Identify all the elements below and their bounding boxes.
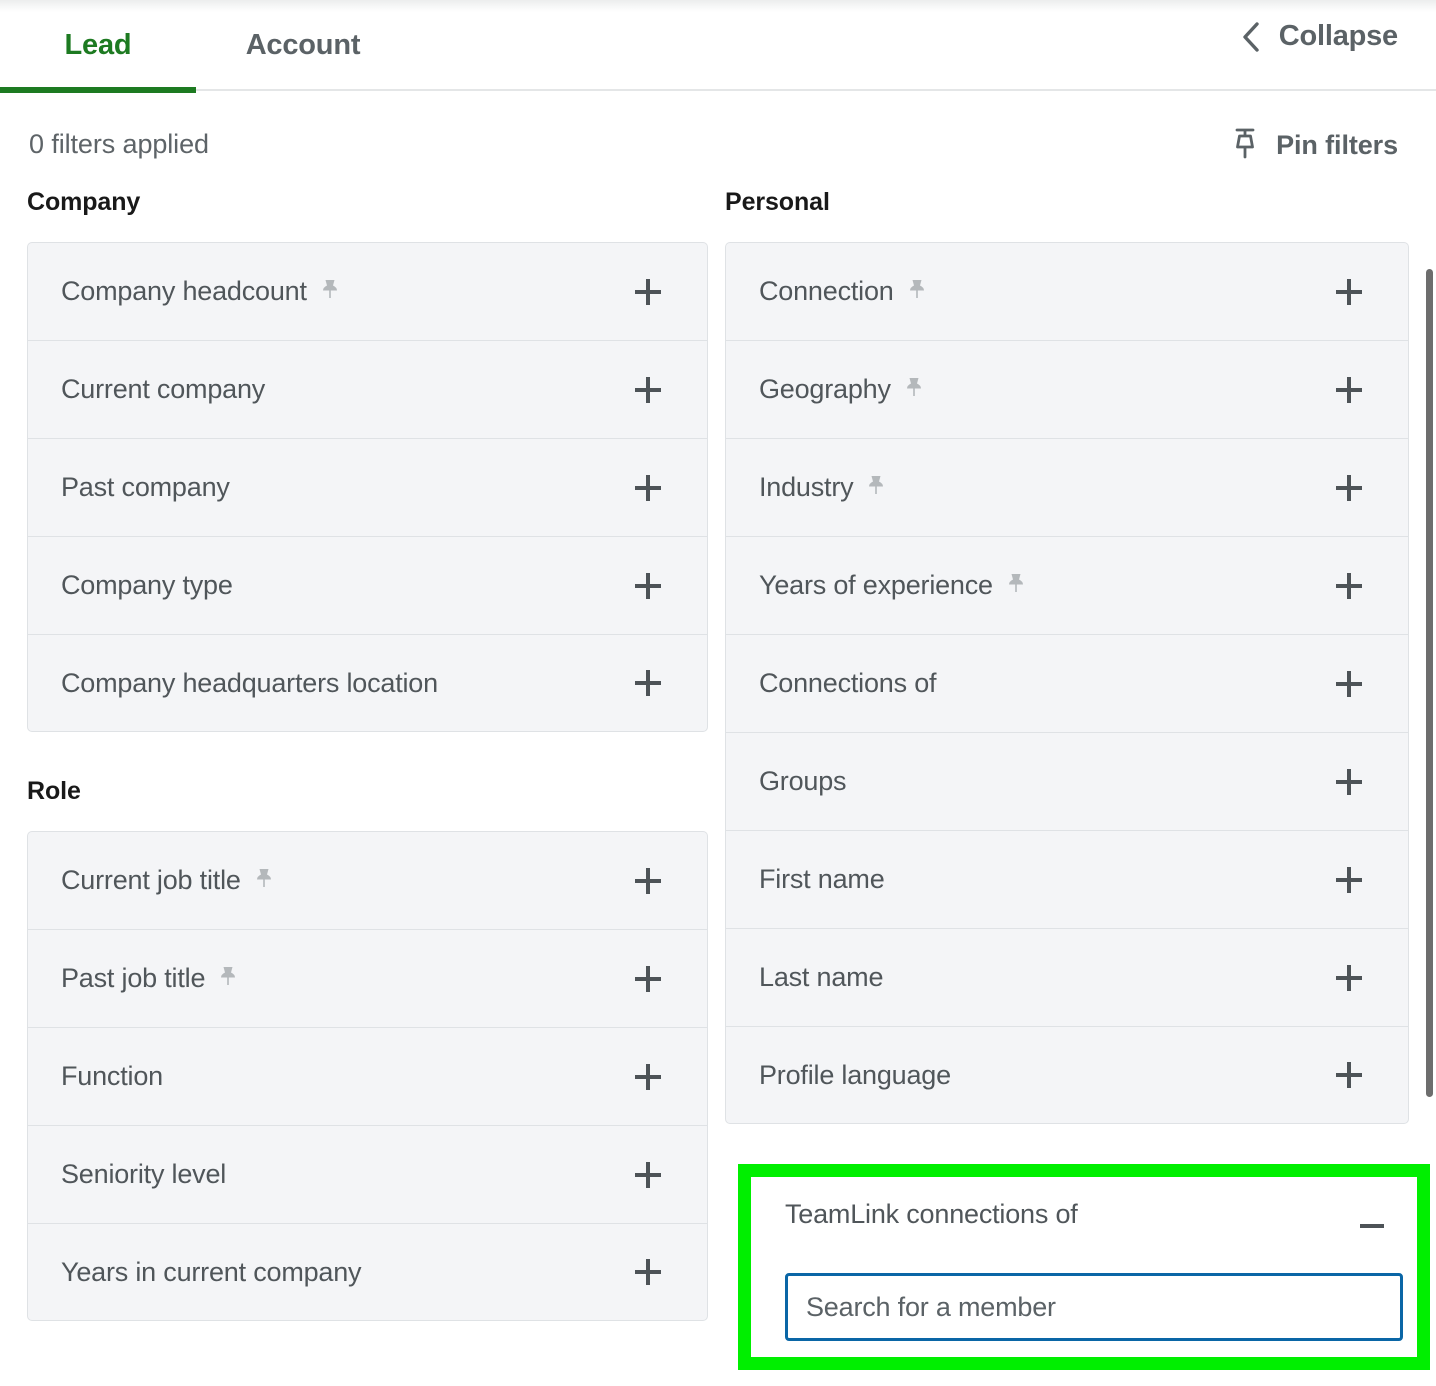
filter-row[interactable]: Seniority level [27, 1125, 708, 1223]
filter-label: Years in current company [61, 1256, 362, 1287]
filter-row[interactable]: Current company [27, 340, 708, 438]
pinned-indicator-icon [904, 376, 924, 403]
group-title-personal: Personal [725, 188, 830, 216]
add-filter-icon[interactable] [632, 276, 664, 308]
add-filter-icon[interactable] [632, 472, 664, 504]
pinned-indicator-icon [218, 965, 238, 992]
filter-label: Company type [61, 570, 233, 600]
add-filter-icon[interactable] [632, 374, 664, 406]
filter-label: Seniority level [61, 1159, 227, 1189]
filter-label: First name [759, 864, 885, 894]
teamlink-title: TeamLink connections of [785, 1199, 1078, 1229]
group-title-company: Company [27, 188, 141, 216]
filter-label: Function [61, 1061, 163, 1091]
add-filter-icon[interactable] [632, 667, 664, 699]
filter-row[interactable]: Years in current company [27, 1223, 708, 1321]
collapse-label: Collapse [1278, 20, 1398, 52]
chevron-left-icon [1241, 21, 1261, 53]
add-filter-icon[interactable] [1333, 766, 1365, 798]
filter-label: Company headcount [61, 276, 307, 306]
add-filter-icon[interactable] [1333, 570, 1365, 602]
filter-label: Groups [759, 766, 847, 796]
filter-row[interactable]: Function [27, 1027, 708, 1125]
filter-row[interactable]: Groups [725, 732, 1409, 830]
filter-label: Company headquarters location [61, 667, 438, 698]
filter-label: Connections of [759, 668, 937, 698]
left-column: Company Company headcount Current compan… [0, 188, 713, 1386]
search-input[interactable] [806, 1291, 1400, 1323]
lead-filters-panel: Lead Account Collapse 0 filters applied [0, 0, 1436, 1386]
tab-list: Lead Account [0, 0, 410, 93]
tab-account-label: Account [245, 29, 361, 61]
pinned-indicator-icon [907, 278, 927, 305]
teamlink-highlight-box: TeamLink connections of [738, 1164, 1430, 1370]
filter-label: Last name [759, 962, 884, 992]
add-filter-icon[interactable] [632, 963, 664, 995]
add-filter-icon[interactable] [632, 865, 664, 897]
tab-bar: Lead Account Collapse [0, 0, 1436, 93]
filter-label: Industry [759, 472, 854, 502]
pinned-indicator-icon [1006, 572, 1026, 599]
filter-row[interactable]: Connection [725, 242, 1409, 340]
add-filter-icon[interactable] [1333, 864, 1365, 896]
filter-row[interactable]: First name [725, 830, 1409, 928]
tab-lead-label: Lead [64, 29, 132, 61]
filter-row[interactable]: Connections of [725, 634, 1409, 732]
add-filter-icon[interactable] [1333, 472, 1365, 504]
vertical-scrollbar-thumb[interactable] [1426, 269, 1433, 1097]
filter-row[interactable]: Profile language [725, 1026, 1409, 1124]
pin-filters-label: Pin filters [1276, 130, 1398, 160]
filter-label: Connection [759, 276, 894, 306]
filter-label: Current job title [61, 865, 241, 895]
pin-filters-button[interactable]: Pin filters [1230, 127, 1398, 164]
filter-label: Current company [61, 374, 266, 404]
filter-row[interactable]: Industry [725, 438, 1409, 536]
teamlink-connections-filter[interactable]: TeamLink connections of [751, 1177, 1417, 1357]
filter-row[interactable]: Past company [27, 438, 708, 536]
filter-row[interactable]: Company type [27, 536, 708, 634]
minus-icon[interactable] [1357, 1211, 1387, 1241]
filter-row[interactable]: Company headcount [27, 242, 708, 340]
pin-icon [1230, 127, 1260, 164]
add-filter-icon[interactable] [1333, 1059, 1365, 1091]
filter-label: Years of experience [759, 570, 993, 600]
filter-list-role: Current job title Past job title Functio… [27, 831, 708, 1321]
filter-list-company: Company headcount Current company Past c… [27, 242, 708, 732]
add-filter-icon[interactable] [1333, 668, 1365, 700]
pinned-indicator-icon [254, 867, 274, 894]
filter-row[interactable]: Past job title [27, 929, 708, 1027]
filter-label: Past company [61, 472, 230, 502]
filter-row[interactable]: Geography [725, 340, 1409, 438]
filter-row[interactable]: Current job title [27, 831, 708, 929]
member-search-field[interactable] [785, 1273, 1403, 1341]
add-filter-icon[interactable] [1333, 276, 1365, 308]
tab-lead[interactable]: Lead [0, 0, 196, 93]
add-filter-icon[interactable] [632, 1159, 664, 1191]
filter-label: Geography [759, 374, 891, 404]
add-filter-icon[interactable] [1333, 962, 1365, 994]
filter-row[interactable]: Company headquarters location [27, 634, 708, 732]
filter-row[interactable]: Years of experience [725, 536, 1409, 634]
filter-label: Past job title [61, 963, 206, 993]
filters-header: 0 filters applied Pin filters [0, 91, 1436, 188]
add-filter-icon[interactable] [632, 1061, 664, 1093]
pinned-indicator-icon [866, 474, 886, 501]
add-filter-icon[interactable] [632, 570, 664, 602]
pinned-indicator-icon [320, 278, 340, 305]
filters-applied-count: 0 filters applied [29, 129, 209, 159]
filter-label: Profile language [759, 1059, 951, 1090]
filter-list-personal: Connection Geography Industry Years of e… [725, 242, 1409, 1124]
tab-account[interactable]: Account [196, 0, 410, 91]
filter-row[interactable]: Last name [725, 928, 1409, 1026]
group-title-role: Role [27, 777, 81, 805]
add-filter-icon[interactable] [1333, 374, 1365, 406]
collapse-button[interactable]: Collapse [1241, 20, 1398, 53]
add-filter-icon[interactable] [632, 1256, 664, 1288]
